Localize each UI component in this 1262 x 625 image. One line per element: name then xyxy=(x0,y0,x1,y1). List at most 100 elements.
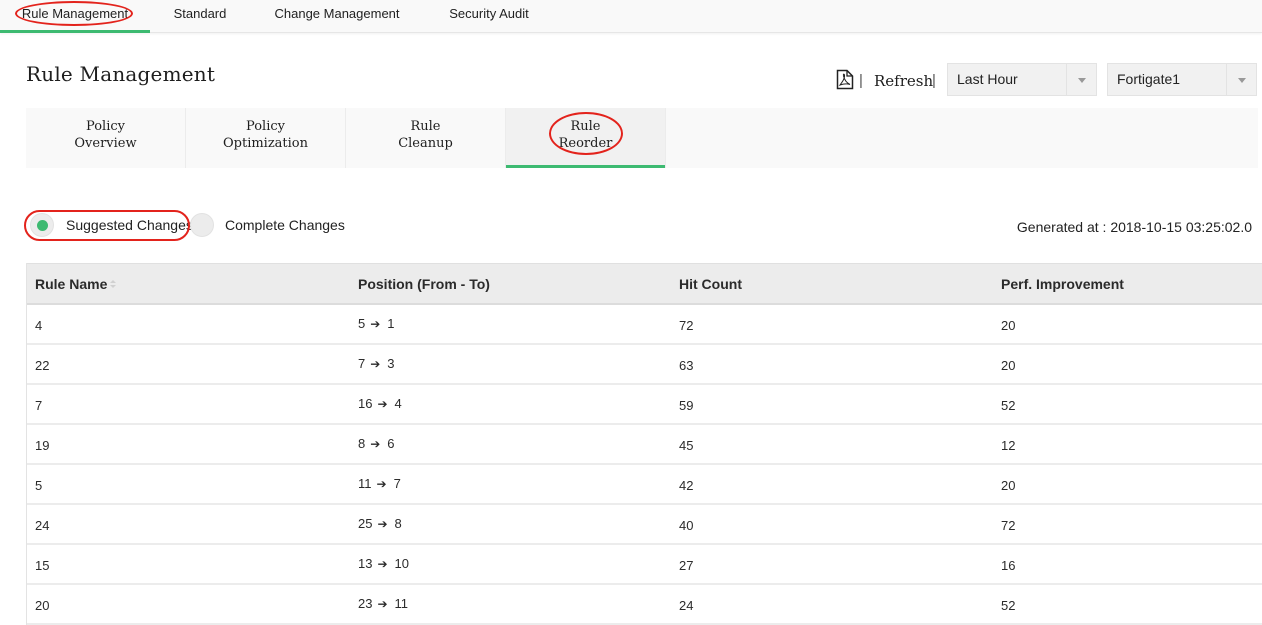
subtab-rule-reorder[interactable]: Rule Reorder xyxy=(506,108,666,168)
cell-perf-improvement: 12 xyxy=(1001,438,1016,453)
cell-hit-count: 27 xyxy=(679,558,694,573)
table-header: Rule Name Position (From - To) Hit Count… xyxy=(27,263,1262,305)
separator: | xyxy=(932,72,936,89)
column-header-perf-improvement[interactable]: Perf. Improvement xyxy=(1001,276,1124,292)
arrow-right-icon: ➔ xyxy=(377,557,388,571)
subtab-label-line1: Rule xyxy=(570,119,601,134)
position-from: 13 xyxy=(358,556,373,571)
subtab-policy-overview[interactable]: Policy Overview xyxy=(26,108,186,168)
subtab-rule-cleanup[interactable]: Rule Cleanup xyxy=(346,108,506,168)
subtab-label-line1: Rule xyxy=(410,119,441,134)
cell-rule-name: 20 xyxy=(35,598,50,613)
top-tab-rule-management[interactable]: Rule Management xyxy=(0,0,150,33)
cell-perf-improvement: 20 xyxy=(1001,358,1016,373)
cell-perf-improvement: 72 xyxy=(1001,518,1016,533)
cell-perf-improvement: 16 xyxy=(1001,558,1016,573)
cell-rule-name: 4 xyxy=(35,318,43,333)
rule-reorder-table: Rule Name Position (From - To) Hit Count… xyxy=(26,263,1262,625)
sub-tabs: Policy Overview Policy Optimization Rule… xyxy=(26,108,1258,168)
position-from: 16 xyxy=(358,396,373,411)
position-to: 10 xyxy=(394,556,409,571)
column-label: Rule Name xyxy=(35,276,108,292)
page-title: Rule Management xyxy=(26,62,216,86)
device-select[interactable]: Fortigate1 xyxy=(1107,63,1257,96)
table-row[interactable]: 4 5 ➔ 1 72 20 xyxy=(27,305,1262,345)
cell-position: 25 ➔ 8 xyxy=(358,516,402,531)
table-row[interactable]: 19 8 ➔ 6 45 12 xyxy=(27,425,1262,465)
top-tab-label: Security Audit xyxy=(449,6,529,21)
top-tab-change-management[interactable]: Change Management xyxy=(266,0,408,33)
table-row[interactable]: 15 13 ➔ 10 27 16 xyxy=(27,545,1262,585)
position-to: 1 xyxy=(387,316,395,331)
subtab-label-line1: Policy xyxy=(246,119,285,134)
top-tab-security-audit[interactable]: Security Audit xyxy=(438,0,540,33)
cell-perf-improvement: 52 xyxy=(1001,598,1016,613)
arrow-right-icon: ➔ xyxy=(376,477,387,491)
cell-hit-count: 59 xyxy=(679,398,694,413)
position-to: 11 xyxy=(394,596,409,611)
position-to: 8 xyxy=(394,516,402,531)
radio-label: Complete Changes xyxy=(225,217,345,233)
radio-suggested-changes[interactable]: Suggested Changes xyxy=(30,212,193,238)
arrow-right-icon: ➔ xyxy=(377,397,388,411)
cell-hit-count: 42 xyxy=(679,478,694,493)
pdf-file-icon[interactable] xyxy=(836,69,854,90)
cell-perf-improvement: 20 xyxy=(1001,318,1016,333)
position-from: 23 xyxy=(358,596,373,611)
cell-rule-name: 15 xyxy=(35,558,50,573)
cell-position: 5 ➔ 1 xyxy=(358,316,395,331)
position-from: 8 xyxy=(358,436,366,451)
cell-position: 16 ➔ 4 xyxy=(358,396,402,411)
cell-hit-count: 24 xyxy=(679,598,694,613)
position-to: 4 xyxy=(394,396,402,411)
cell-hit-count: 63 xyxy=(679,358,694,373)
arrow-right-icon: ➔ xyxy=(370,437,381,451)
table-row[interactable]: 5 11 ➔ 7 42 20 xyxy=(27,465,1262,505)
time-range-value: Last Hour xyxy=(957,71,1018,87)
subtab-label-line2: Cleanup xyxy=(398,136,453,151)
top-navigation: Rule Management Standard Change Manageme… xyxy=(0,0,1262,33)
table-body: 4 5 ➔ 1 72 20 22 7 ➔ 3 63 20 7 16 ➔ 4 59 52 19… xyxy=(27,305,1262,625)
cell-hit-count: 40 xyxy=(679,518,694,533)
arrow-right-icon: ➔ xyxy=(377,517,388,531)
table-row[interactable]: 7 16 ➔ 4 59 52 xyxy=(27,385,1262,425)
cell-hit-count: 45 xyxy=(679,438,694,453)
time-range-select[interactable]: Last Hour xyxy=(947,63,1097,96)
cell-rule-name: 24 xyxy=(35,518,50,533)
radio-selected-icon[interactable] xyxy=(30,213,54,237)
chevron-down-icon[interactable] xyxy=(1066,64,1096,95)
column-header-position[interactable]: Position (From - To) xyxy=(358,276,490,292)
subtab-label-line2: Reorder xyxy=(558,136,613,151)
table-row[interactable]: 20 23 ➔ 11 24 52 xyxy=(27,585,1262,625)
top-tab-label: Change Management xyxy=(274,6,400,21)
cell-position: 13 ➔ 10 xyxy=(358,556,409,571)
cell-perf-improvement: 20 xyxy=(1001,478,1016,493)
chevron-down-icon[interactable] xyxy=(1226,64,1256,95)
radio-unselected-icon[interactable] xyxy=(190,213,214,237)
arrow-right-icon: ➔ xyxy=(370,317,381,331)
position-to: 3 xyxy=(387,356,395,371)
sort-icon[interactable] xyxy=(110,280,118,290)
cell-position: 8 ➔ 6 xyxy=(358,436,395,451)
position-to: 6 xyxy=(387,436,395,451)
position-from: 11 xyxy=(358,476,372,491)
position-from: 5 xyxy=(358,316,366,331)
top-tab-label: Rule Management xyxy=(21,6,129,21)
device-value: Fortigate1 xyxy=(1117,71,1181,87)
cell-hit-count: 72 xyxy=(679,318,694,333)
position-from: 25 xyxy=(358,516,373,531)
cell-position: 23 ➔ 11 xyxy=(358,596,408,611)
radio-complete-changes[interactable]: Complete Changes xyxy=(190,212,360,238)
table-row[interactable]: 22 7 ➔ 3 63 20 xyxy=(27,345,1262,385)
column-header-hit-count[interactable]: Hit Count xyxy=(679,276,742,292)
arrow-right-icon: ➔ xyxy=(377,597,388,611)
subtab-label-line1: Policy xyxy=(86,119,125,134)
subtab-policy-optimization[interactable]: Policy Optimization xyxy=(186,108,346,168)
arrow-right-icon: ➔ xyxy=(370,357,381,371)
cell-rule-name: 19 xyxy=(35,438,50,453)
top-tab-standard[interactable]: Standard xyxy=(160,0,240,33)
refresh-button[interactable]: Refresh xyxy=(874,72,933,90)
column-header-rule-name[interactable]: Rule Name xyxy=(35,276,118,292)
table-row[interactable]: 24 25 ➔ 8 40 72 xyxy=(27,505,1262,545)
cell-position: 11 ➔ 7 xyxy=(358,476,401,491)
